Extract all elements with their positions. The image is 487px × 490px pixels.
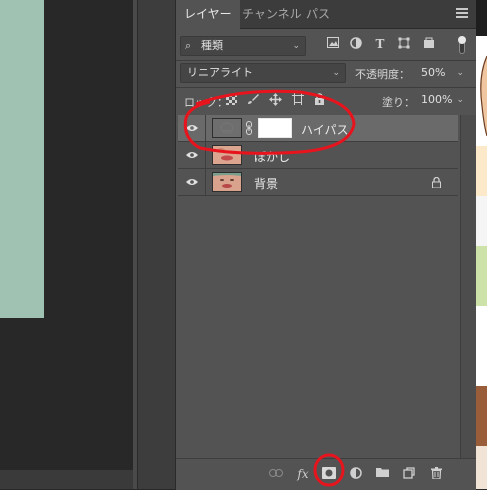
lock-label: ロック： — [184, 96, 228, 109]
lock-artboard-icon[interactable] — [292, 93, 304, 105]
filter-shape-icon[interactable] — [397, 37, 411, 51]
visibility-eye-icon[interactable] — [186, 151, 198, 159]
fill-value: 100% — [421, 93, 453, 106]
strip-segment — [476, 306, 487, 386]
layers-panel: レイヤー チャンネル パス ⌕ 種類 ⌄ T リニアライト ⌄ 不透明度： 50… — [175, 0, 477, 490]
layers-scrollbar[interactable] — [460, 115, 477, 460]
layer-name[interactable]: ハイパス — [301, 121, 349, 138]
filter-type-icon[interactable]: T — [373, 37, 387, 51]
filter-smart-object-icon[interactable] — [422, 37, 436, 51]
layer-name[interactable]: ぼかし — [254, 148, 290, 165]
background-document-strip — [476, 0, 487, 489]
canvas-status-strip — [0, 470, 133, 489]
strip-segment — [476, 0, 487, 36]
add-mask-icon[interactable] — [322, 467, 336, 481]
new-layer-icon[interactable] — [402, 467, 416, 481]
fx-icon[interactable]: fx — [296, 467, 310, 481]
layer-row-blur[interactable]: ぼかし — [178, 142, 458, 169]
fill-input[interactable]: 100% ⌄ — [414, 90, 470, 110]
divider — [176, 60, 476, 61]
visibility-eye-icon[interactable] — [186, 124, 198, 132]
layer-filter-select[interactable]: ⌕ 種類 ⌄ — [180, 36, 306, 56]
strip-segment — [476, 146, 487, 196]
opacity-input[interactable]: 50% ⌄ — [414, 63, 470, 83]
opacity-value: 50% — [421, 66, 446, 79]
blend-mode-select[interactable]: リニアライト ⌄ — [180, 63, 346, 83]
layer-row-highpass[interactable]: ハイパス — [178, 115, 458, 142]
chevron-down-icon: ⌄ — [292, 41, 300, 51]
trash-icon[interactable] — [429, 467, 443, 481]
canvas-image[interactable] — [0, 0, 44, 318]
chevron-down-icon: ⌄ — [332, 68, 340, 78]
panel-menu-icon[interactable] — [456, 8, 468, 18]
fill-label: 塗り： — [382, 96, 415, 109]
chevron-down-icon: ⌄ — [456, 95, 464, 105]
panel-tab-bar: レイヤー チャンネル パス — [176, 0, 476, 29]
divider — [205, 169, 206, 196]
strip-segment — [476, 36, 487, 146]
strip-segment — [476, 246, 487, 306]
chevron-down-icon: ⌄ — [456, 68, 464, 78]
filter-pixel-icon[interactable] — [326, 37, 340, 51]
adjustment-icon[interactable] — [349, 467, 363, 481]
lock-position-icon[interactable] — [269, 93, 282, 106]
filter-toggle-switch[interactable] — [458, 36, 466, 54]
tab-layers[interactable]: レイヤー — [176, 0, 240, 29]
layer-mask-thumbnail[interactable] — [258, 118, 292, 138]
layer-thumbnail-background[interactable] — [212, 172, 242, 192]
folder-icon[interactable] — [375, 467, 389, 481]
lock-transparent-pixels-icon[interactable] — [226, 94, 237, 105]
layers-list: ハイパス ぼかし 背景 — [178, 115, 460, 455]
lock-image-pixels-icon[interactable] — [247, 93, 259, 105]
layer-lock-icon — [432, 176, 441, 189]
visibility-eye-icon[interactable] — [186, 178, 198, 186]
search-icon: ⌕ — [185, 39, 192, 52]
divider — [205, 115, 206, 142]
layer-thumbnail-highpass[interactable] — [212, 118, 242, 138]
lock-all-icon[interactable] — [314, 93, 325, 105]
divider — [205, 142, 206, 169]
mask-link-icon[interactable] — [246, 121, 252, 135]
strip-segment — [476, 196, 487, 246]
layer-row-background[interactable]: 背景 — [178, 169, 458, 196]
tab-paths[interactable]: パス — [298, 0, 338, 28]
link-icon[interactable] — [269, 467, 283, 481]
layer-name[interactable]: 背景 — [254, 175, 278, 192]
filter-adjustment-icon[interactable] — [349, 37, 363, 51]
panel-dock-gap — [137, 0, 175, 489]
opacity-label: 不透明度： — [355, 68, 410, 81]
blend-mode-value: リニアライト — [187, 66, 253, 79]
layers-bottom-toolbar: fx — [176, 458, 476, 490]
layer-thumbnail-blur[interactable] — [212, 145, 242, 165]
strip-segment — [476, 386, 487, 446]
filter-value: 種類 — [201, 39, 223, 52]
divider — [176, 87, 476, 88]
strip-segment — [476, 446, 487, 489]
